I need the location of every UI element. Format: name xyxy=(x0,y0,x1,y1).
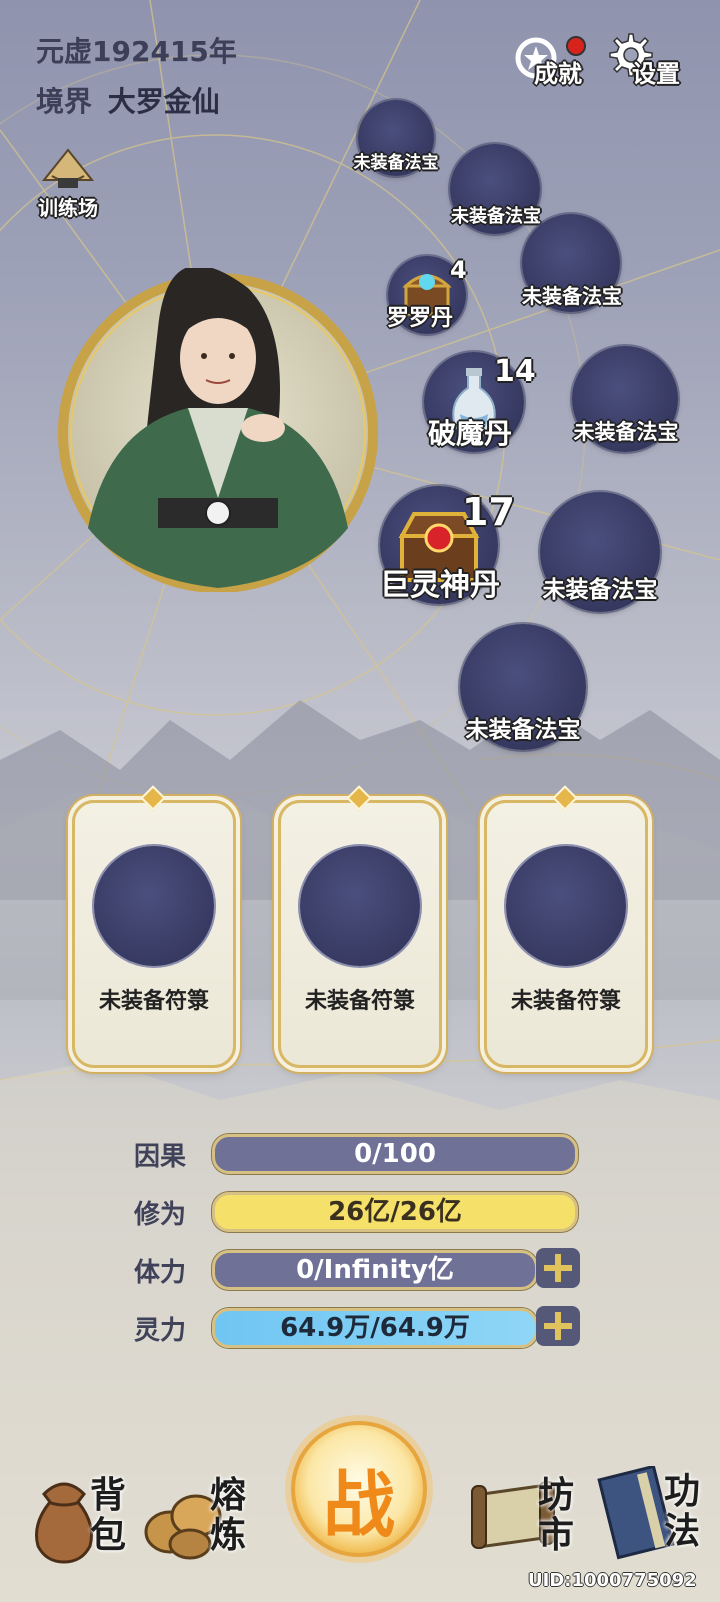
nav-market-button[interactable]: 坊市 xyxy=(468,1462,588,1582)
training-ground-label: 训练场 xyxy=(38,196,98,220)
stamina-bar: 0/Infinity亿 xyxy=(212,1250,538,1290)
spirit-label: 灵力 xyxy=(134,1316,187,1346)
nav-smelt-button[interactable]: 熔炼 xyxy=(140,1462,260,1582)
user-id: UID:1000775092 xyxy=(528,1570,697,1591)
nav-skills-button[interactable]: 功法 xyxy=(596,1458,716,1578)
era-year: 元虚192415年 xyxy=(36,35,237,68)
cultivation-label: 修为 xyxy=(134,1200,187,1230)
equipment-slot-1-label: 未装备法宝 xyxy=(353,153,439,173)
talisman-card-2-label: 未装备符箓 xyxy=(304,989,415,1014)
pill-juling-count: 17 xyxy=(462,490,515,534)
nav-bag-label: 背包 xyxy=(89,1475,126,1556)
spirit-bar: 64.9万/64.9万 xyxy=(212,1308,538,1348)
battle-button[interactable]: 战 xyxy=(282,1412,436,1566)
talisman-card-3[interactable]: 未装备符箓 xyxy=(484,785,648,1068)
realm-row: 境界 大罗金仙 xyxy=(36,80,220,120)
talisman-card-2[interactable]: 未装备符箓 xyxy=(278,785,442,1068)
pill-luoluo-count: 4 xyxy=(450,256,467,284)
nav-skills-label: 功法 xyxy=(663,1471,700,1552)
battle-label: 战 xyxy=(322,1462,395,1547)
pill-luoluo-name: 罗罗丹 xyxy=(386,306,454,331)
character-portrait[interactable] xyxy=(48,265,386,593)
talisman-slot xyxy=(94,846,214,966)
achievement-label: 成就 xyxy=(534,60,582,88)
karma-label: 因果 xyxy=(134,1142,187,1172)
equipment-slot-6-label: 未装备法宝 xyxy=(465,717,581,743)
talisman-card-1-label: 未装备符箓 xyxy=(98,989,209,1014)
training-ground-button[interactable]: 训练场 xyxy=(34,146,104,222)
pill-juling-name: 巨灵神丹 xyxy=(380,568,500,603)
spirit-plus-button[interactable] xyxy=(536,1306,580,1346)
karma-bar: 0/100 xyxy=(212,1134,578,1174)
settings-button[interactable]: 设置 xyxy=(604,28,694,88)
settings-label: 设置 xyxy=(632,60,680,88)
nav-bag-button[interactable]: 背包 xyxy=(24,1462,134,1582)
achievement-button[interactable]: 成就 xyxy=(512,30,592,88)
pill-pomo-count: 14 xyxy=(494,354,536,389)
nav-smelt-label: 熔炼 xyxy=(209,1475,246,1556)
straw-hat-icon xyxy=(41,148,95,188)
equipment-slot-2-label: 未装备法宝 xyxy=(451,206,541,227)
stamina-plus-button[interactable] xyxy=(536,1248,580,1288)
notification-dot xyxy=(566,36,586,56)
realm-label: 境界 xyxy=(36,85,93,118)
equipment-slot-5-label: 未装备法宝 xyxy=(542,577,658,603)
equipment-slot-3-label: 未装备法宝 xyxy=(522,284,622,308)
realm-value: 大罗金仙 xyxy=(107,85,220,118)
cultivation-bar: 26亿/26亿 xyxy=(212,1192,578,1232)
talisman-card-1[interactable]: 未装备符箓 xyxy=(72,785,236,1068)
talisman-card-3-label: 未装备符箓 xyxy=(510,989,621,1014)
equipment-slot-4-label: 未装备法宝 xyxy=(573,420,679,444)
character-illustration xyxy=(58,265,378,593)
talisman-slot xyxy=(300,846,420,966)
pill-pomo-name: 破魔丹 xyxy=(427,417,513,450)
talisman-slot xyxy=(506,846,626,966)
nav-market-label: 坊市 xyxy=(537,1475,574,1556)
stamina-label: 体力 xyxy=(134,1258,187,1288)
